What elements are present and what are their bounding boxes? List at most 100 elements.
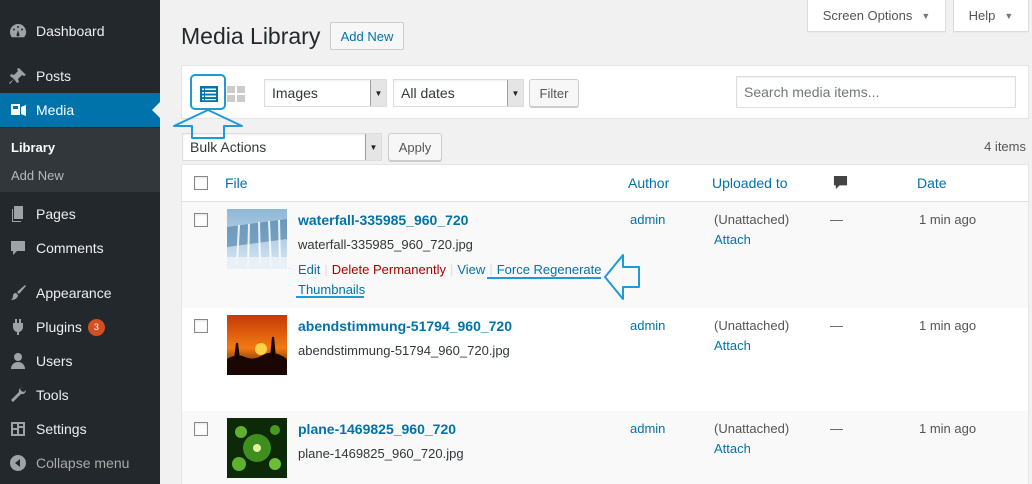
sidebar-item-label: Settings	[36, 421, 87, 437]
author-link[interactable]: admin	[630, 212, 665, 227]
table-row: waterfall-335985_960_720 waterfall-33598…	[182, 202, 1028, 308]
column-header-date[interactable]: Date	[917, 175, 947, 191]
media-title-link[interactable]: plane-1469825_960_720	[298, 421, 456, 437]
screen-options-label: Screen Options	[822, 8, 913, 23]
table-row: abendstimmung-51794_960_720 abendstimmun…	[182, 308, 1028, 411]
sidebar-item-label: Tools	[36, 387, 69, 403]
separator: |	[449, 262, 454, 277]
collapse-menu-button[interactable]: Collapse menu	[0, 446, 160, 480]
sidebar-item-settings[interactable]: Settings	[0, 412, 160, 446]
table-row: plane-1469825_960_720 plane-1469825_960_…	[182, 411, 1028, 484]
pages-icon	[0, 204, 36, 224]
sidebar-item-pages[interactable]: Pages	[0, 197, 160, 231]
sidebar-item-label: Posts	[36, 68, 72, 84]
column-header-author[interactable]: Author	[628, 175, 669, 191]
sidebar-item-label: Users	[36, 353, 73, 369]
sidebar-item-plugins[interactable]: Plugins 3	[0, 310, 160, 344]
edit-link[interactable]: Edit	[298, 262, 320, 277]
date-filter-value: All dates	[401, 85, 455, 101]
help-label: Help	[968, 8, 996, 23]
bulk-actions-value: Bulk Actions	[190, 139, 267, 155]
list-view-icon[interactable]	[199, 84, 219, 104]
sidebar-item-label: Pages	[36, 206, 76, 222]
apply-button[interactable]: Apply	[388, 133, 442, 161]
comment-bubble-icon	[833, 175, 848, 193]
sidebar-item-label: Plugins	[36, 319, 82, 335]
row-checkbox[interactable]	[194, 319, 208, 333]
select-all-checkbox[interactable]	[194, 176, 208, 190]
view-link[interactable]: View	[457, 262, 485, 277]
uploaded-to-status: (Unattached)	[714, 318, 790, 333]
media-filename: waterfall-335985_960_720.jpg	[298, 237, 473, 252]
grid-view-icon[interactable]	[226, 84, 246, 104]
comment-count: —	[830, 212, 843, 227]
separator: |	[489, 262, 493, 277]
sidebar-item-label: Dashboard	[36, 23, 105, 39]
uploaded-to-status: (Unattached)	[714, 212, 790, 227]
force-regenerate-link-continued[interactable]: Thumbnails	[298, 282, 365, 297]
sidebar-item-posts[interactable]: Posts	[0, 59, 160, 93]
author-link[interactable]: admin	[630, 421, 665, 436]
date-filter-select[interactable]: All dates ▼	[393, 79, 524, 107]
caret-down-icon: ▼	[1004, 10, 1014, 21]
settings-icon	[0, 419, 36, 439]
plugin-update-badge: 3	[87, 318, 105, 336]
media-filename: abendstimmung-51794_960_720.jpg	[298, 343, 510, 358]
media-title-link[interactable]: waterfall-335985_960_720	[298, 212, 468, 228]
column-header-file[interactable]: File	[225, 175, 248, 191]
help-button[interactable]: Help ▼	[953, 0, 1029, 32]
bulk-actions-select[interactable]: Bulk Actions ▼	[182, 133, 382, 161]
plugin-icon	[0, 317, 36, 337]
uploaded-to-status: (Unattached)	[714, 421, 790, 436]
row-checkbox[interactable]	[194, 213, 208, 227]
media-filter-bar: Images ▼ All dates ▼ Filter	[181, 65, 1029, 119]
chevron-down-icon: ▼	[365, 134, 381, 160]
comment-count: —	[830, 318, 843, 333]
screen-options-button[interactable]: Screen Options ▼	[807, 0, 946, 32]
user-icon	[0, 351, 36, 371]
thumbnail-image[interactable]	[227, 315, 287, 375]
attach-link[interactable]: Attach	[714, 338, 751, 353]
thumbnail-image[interactable]	[227, 418, 287, 478]
add-new-button[interactable]: Add New	[330, 22, 404, 50]
media-icon	[0, 100, 36, 120]
delete-permanently-link[interactable]: Delete Permanently	[332, 262, 446, 277]
media-filename: plane-1469825_960_720.jpg	[298, 446, 464, 461]
media-list-table: File Author Uploaded to Date waterfall-3…	[181, 164, 1029, 484]
sidebar-item-label: Comments	[36, 240, 104, 256]
collapse-icon	[0, 453, 36, 473]
filter-button[interactable]: Filter	[529, 79, 579, 107]
attach-link[interactable]: Attach	[714, 441, 751, 456]
sidebar-item-media[interactable]: Media	[0, 93, 160, 127]
upload-date: 1 min ago	[919, 212, 977, 227]
row-actions: Edit | Delete Permanently | View | Force Regen…	[298, 262, 601, 277]
sidebar-item-appearance[interactable]: Appearance	[0, 276, 160, 310]
media-type-value: Images	[272, 85, 318, 101]
chevron-down-icon: ▼	[370, 80, 386, 106]
author-link[interactable]: admin	[630, 318, 665, 333]
submenu-item-library[interactable]: Library	[11, 140, 55, 155]
sidebar-item-tools[interactable]: Tools	[0, 378, 160, 412]
force-regenerate-link[interactable]: Force Regenerate	[497, 262, 602, 277]
submenu-item-add-new[interactable]: Add New	[11, 168, 64, 183]
admin-sidebar: Dashboard Posts Media Library Add New Pa…	[0, 0, 160, 484]
upload-date: 1 min ago	[919, 318, 977, 333]
wrench-icon	[0, 385, 36, 405]
separator: |	[324, 262, 328, 277]
media-submenu: Library Add New	[0, 128, 160, 192]
media-title-link[interactable]: abendstimmung-51794_960_720	[298, 318, 512, 334]
page-title: Media Library	[181, 23, 321, 49]
chevron-down-icon: ▼	[507, 80, 523, 106]
row-checkbox[interactable]	[194, 422, 208, 436]
sidebar-item-comments[interactable]: Comments	[0, 231, 160, 265]
sidebar-item-users[interactable]: Users	[0, 344, 160, 378]
pin-icon	[0, 66, 36, 86]
dashboard-icon	[0, 21, 36, 41]
search-input[interactable]	[736, 76, 1016, 108]
sidebar-item-dashboard[interactable]: Dashboard	[0, 14, 160, 48]
media-type-select[interactable]: Images ▼	[264, 79, 387, 107]
column-header-uploaded-to[interactable]: Uploaded to	[712, 175, 788, 191]
thumbnail-image[interactable]	[227, 209, 287, 269]
sidebar-item-label: Media	[36, 102, 75, 118]
attach-link[interactable]: Attach	[714, 232, 751, 247]
